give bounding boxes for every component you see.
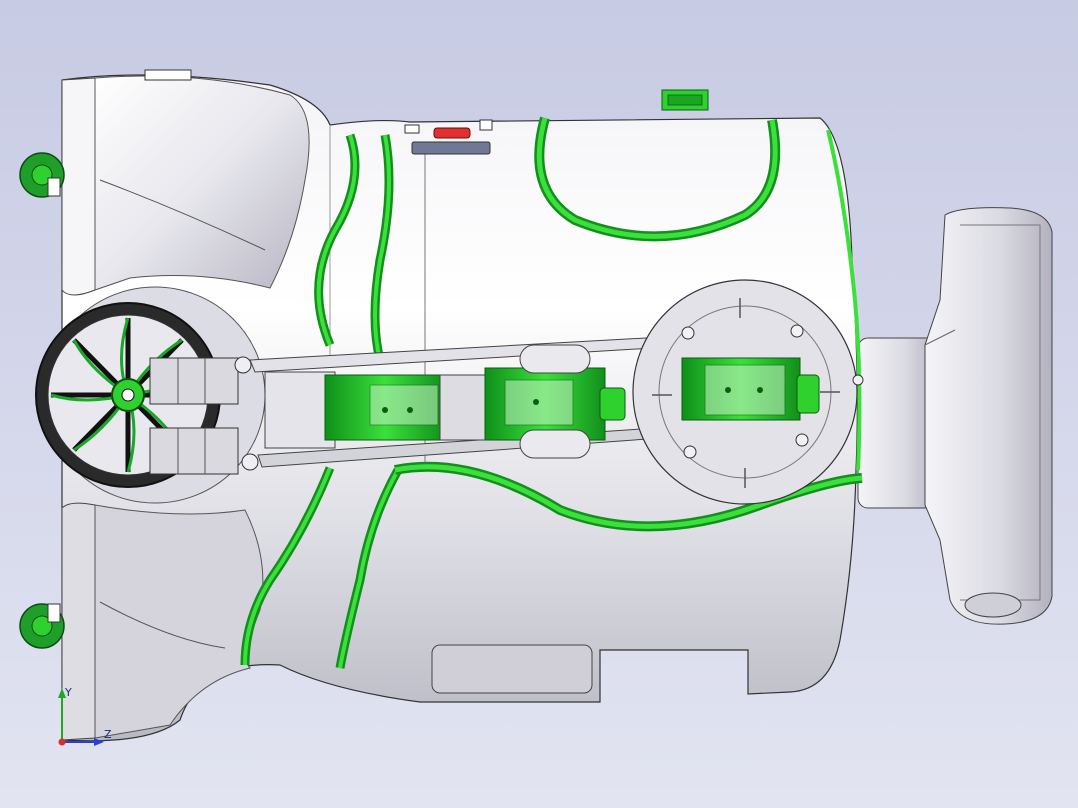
y-axis-label: Y: [64, 686, 72, 699]
bottom-slot: [431, 644, 593, 694]
robot-model-render[interactable]: [0, 0, 1078, 808]
servo-block-3[interactable]: [681, 357, 820, 421]
z-axis-label: Z: [104, 728, 112, 741]
servo-block-2[interactable]: [439, 367, 626, 441]
omni-wheel-top[interactable]: [19, 152, 65, 198]
servo-block-1[interactable]: [324, 374, 446, 441]
x-axis-dot-icon: [58, 738, 66, 746]
green-connector: [661, 89, 709, 111]
z-axis-arrow-icon: [94, 738, 104, 746]
cad-viewport[interactable]: Y Z: [0, 0, 1078, 808]
red-indicator: [433, 127, 471, 139]
coordinate-triad: Y Z: [58, 686, 112, 746]
omni-wheel-bottom[interactable]: [19, 603, 65, 649]
rear-handle[interactable]: [857, 207, 1053, 625]
